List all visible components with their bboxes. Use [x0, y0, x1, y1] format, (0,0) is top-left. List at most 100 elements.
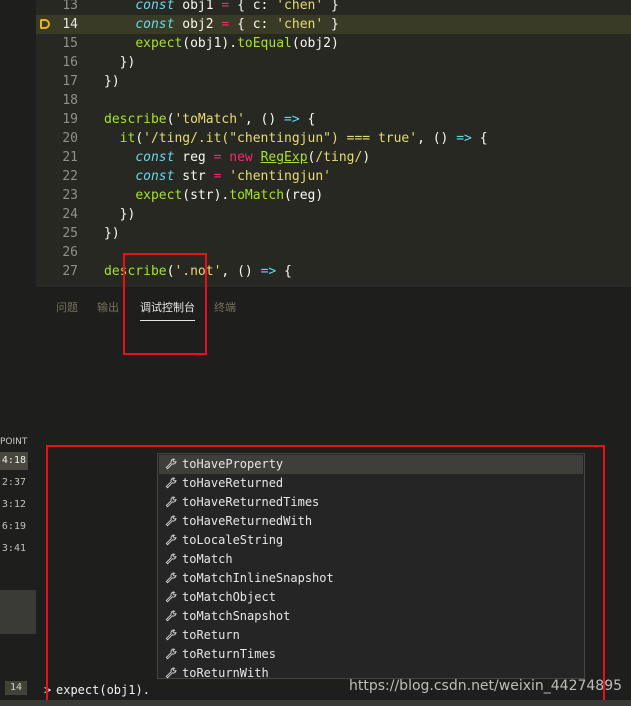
console-prompt: > — [44, 683, 52, 697]
code-token: (reg) — [284, 188, 324, 203]
suggestion-item[interactable]: toHaveReturned — [159, 474, 583, 493]
code-text: it('/ting/.it("chentingjun") === true', … — [104, 129, 488, 148]
code-line[interactable]: 23 expect(str).toMatch(reg) — [36, 186, 631, 205]
suggestion-item[interactable]: toHaveReturnedTimes — [159, 493, 583, 512]
wrench-icon — [165, 629, 177, 641]
suggestion-label: toHaveReturnedTimes — [182, 495, 320, 509]
line-number: 13 — [62, 0, 78, 13]
code-token: new — [229, 150, 253, 165]
suggestion-item[interactable]: toReturn — [159, 626, 583, 645]
line-number: 18 — [62, 93, 78, 108]
code-token: }) — [104, 55, 136, 70]
code-token: (obj1). — [182, 36, 238, 51]
code-token: toEqual — [237, 36, 292, 51]
timestamp-item[interactable]: 4:18 — [0, 452, 28, 470]
code-token: RegExp — [260, 150, 308, 165]
code-text: expect(str).toMatch(reg) — [104, 186, 323, 205]
autocomplete-list[interactable]: toHaveProperty toHaveReturned toHaveReturn… — [157, 453, 585, 680]
timestamp-item[interactable]: 6:19 — [0, 518, 28, 536]
line-number-badge: 14 — [5, 681, 27, 695]
code-line[interactable]: 13 const obj1 = { c: 'chen' } — [36, 0, 631, 15]
code-line[interactable]: 24 }) — [36, 205, 631, 224]
code-token: , () — [417, 131, 457, 146]
debug-sidebar: POINT 4:18 2:37 3:12 6:19 3:41 — [0, 407, 36, 706]
code-line[interactable]: 15 expect(obj1).toEqual(obj2) — [36, 34, 631, 53]
code-line[interactable]: 17}) — [36, 72, 631, 91]
wrench-icon — [165, 458, 177, 470]
code-line[interactable]: 16 }) — [36, 53, 631, 72]
code-line[interactable]: 22 const str = 'chentingjun' — [36, 167, 631, 186]
suggestion-label: toMatchSnapshot — [182, 609, 291, 623]
code-text: }) — [104, 53, 136, 72]
code-token: { c: — [229, 17, 277, 32]
code-token: expect — [135, 36, 183, 51]
suggestion-item[interactable]: toMatchSnapshot — [159, 607, 583, 626]
code-line[interactable]: 21 const reg = new RegExp(/ting/) — [36, 148, 631, 167]
code-token: }) — [104, 207, 136, 222]
code-line[interactable]: 27 describe('.not', () => { — [36, 262, 631, 281]
code-token: ( — [135, 131, 144, 146]
code-token: (obj2) — [291, 36, 339, 51]
line-number: 16 — [62, 55, 78, 70]
code-text: }) — [104, 72, 120, 91]
timestamp-item[interactable]: 2:37 — [0, 474, 28, 492]
code-token: /ting/ — [315, 150, 363, 165]
tab-output[interactable]: 输出 — [97, 299, 119, 315]
code-text: const obj1 = { c: 'chen' } — [104, 0, 339, 15]
wrench-icon — [165, 553, 177, 565]
line-number: 25 — [62, 226, 78, 241]
wrench-icon — [165, 515, 177, 527]
code-token: const — [135, 169, 175, 184]
line-number: 19 — [62, 112, 78, 127]
code-token: 'toMatch' — [174, 112, 245, 127]
code-text: const reg = new RegExp(/ting/) — [104, 148, 370, 167]
code-text: expect(obj1).toEqual(obj2) — [104, 34, 339, 53]
suggestion-item[interactable]: toHaveReturnedWith — [159, 512, 583, 531]
suggestion-item[interactable]: toHaveProperty — [159, 455, 583, 474]
code-token: const — [135, 17, 175, 32]
breakpoints-header: POINT — [0, 437, 28, 447]
wrench-icon — [165, 496, 177, 508]
code-token: }) — [104, 226, 120, 241]
suggestion-item[interactable]: toMatch — [159, 550, 583, 569]
code-line[interactable]: 18 — [36, 91, 631, 110]
wrench-icon — [165, 572, 177, 584]
line-number: 20 — [62, 131, 78, 146]
code-line[interactable]: 14 const obj2 = { c: 'chen' } — [36, 15, 631, 34]
code-line[interactable]: 20 it('/ting/.it("chentingjun") === true… — [36, 129, 631, 148]
line-number: 14 — [62, 17, 78, 32]
code-token: it — [119, 131, 136, 146]
line-number: 17 — [62, 74, 78, 89]
code-token: ) — [362, 150, 371, 165]
code-line[interactable]: 25}) — [36, 224, 631, 243]
tab-debug-console[interactable]: 调试控制台 — [140, 299, 195, 321]
suggestion-item[interactable]: toLocaleString — [159, 531, 583, 550]
sidebar-gutter — [0, 590, 36, 634]
code-line[interactable]: 26 — [36, 243, 631, 262]
code-text: }) — [104, 224, 120, 243]
timestamp-item[interactable]: 3:41 — [0, 540, 28, 558]
suggestion-item[interactable]: toMatchObject — [159, 588, 583, 607]
console-input-text[interactable]: expect(obj1). — [56, 683, 150, 697]
suggestion-label: toHaveProperty — [182, 457, 284, 471]
code-token: { — [299, 112, 316, 127]
suggestion-item[interactable]: toMatchInlineSnapshot — [159, 569, 583, 588]
suggestion-item[interactable]: toReturnTimes — [159, 645, 583, 664]
suggestion-label: toMatchObject — [182, 590, 276, 604]
suggestion-label: toReturn — [182, 628, 240, 642]
code-text: describe('.not', () => { — [104, 262, 292, 281]
wrench-icon — [165, 610, 177, 622]
code-token: describe — [104, 264, 167, 279]
timestamp-item[interactable]: 3:12 — [0, 496, 28, 514]
code-token: , () — [221, 264, 261, 279]
tab-problems[interactable]: 问题 — [56, 299, 78, 315]
code-editor[interactable]: 13 const obj1 = { c: 'chen' } 14 const ob… — [36, 0, 631, 287]
tab-terminal[interactable]: 终端 — [214, 299, 236, 315]
code-line[interactable]: 19 describe('toMatch', () => { — [36, 110, 631, 129]
suggestion-label: toMatch — [182, 552, 233, 566]
